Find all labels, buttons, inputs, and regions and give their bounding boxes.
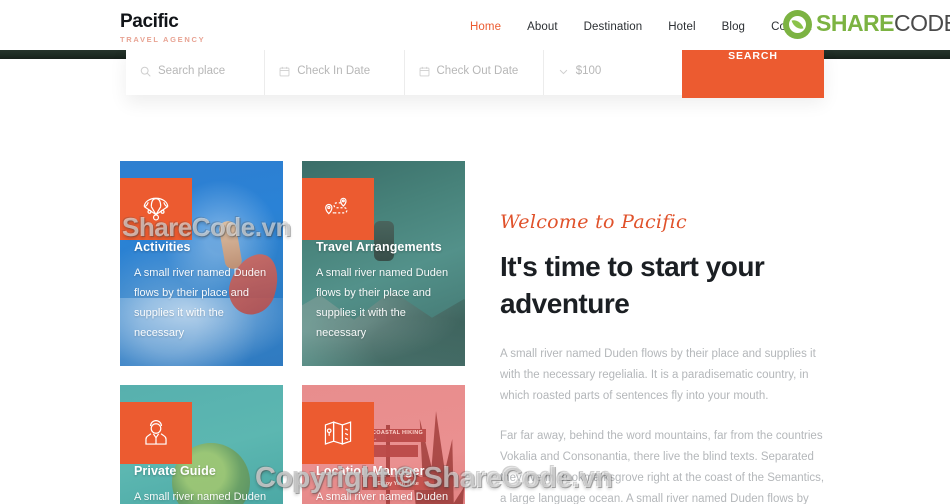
nav-item-hotel[interactable]: Hotel bbox=[668, 21, 695, 33]
checkout-date-field[interactable]: Check Out Date bbox=[405, 47, 544, 95]
card-description: A small river named Duden flows by their… bbox=[134, 491, 267, 503]
intro-paragraph-2: Far far away, behind the word mountains,… bbox=[500, 430, 825, 504]
card-title: Private Guide bbox=[134, 464, 216, 478]
card-title: Location Manager bbox=[316, 464, 425, 478]
service-card-activities[interactable]: Activities A small river named Duden flo… bbox=[120, 161, 283, 366]
service-card-location-manager[interactable]: COASTAL HIKING → Enjoy Your Hike Locatio… bbox=[302, 385, 465, 504]
price-select-field[interactable]: $100 bbox=[544, 47, 682, 95]
sharecode-watermark-logo: SHARECODE.vn bbox=[783, 10, 950, 39]
card-description: A small river named Duden flows by their… bbox=[316, 491, 449, 503]
service-card-travel-arrangements[interactable]: Travel Arrangements A small river named … bbox=[302, 161, 465, 366]
logo-subtitle: TRAVEL AGENCY bbox=[120, 35, 206, 44]
card-title: Activities bbox=[134, 240, 191, 254]
card-description: A small river named Duden flows by their… bbox=[316, 267, 449, 339]
intro-paragraph-1: A small river named Duden flows by their… bbox=[500, 348, 816, 402]
search-button[interactable]: SEARCH bbox=[682, 46, 824, 98]
chevron-down-icon bbox=[558, 66, 569, 77]
main-content: Activities A small river named Duden flo… bbox=[0, 95, 950, 504]
checkout-date-text: Check Out Date bbox=[436, 65, 519, 77]
parachute-icon bbox=[120, 178, 192, 240]
intro-eyebrow: Welcome to Pacific bbox=[500, 211, 687, 233]
folded-map-icon bbox=[302, 402, 374, 464]
route-pin-icon bbox=[302, 178, 374, 240]
search-icon bbox=[140, 66, 151, 77]
service-card-private-guide[interactable]: Private Guide A small river named Duden … bbox=[120, 385, 283, 504]
main-navigation: Home About Destination Hotel Blog Contac… bbox=[470, 21, 811, 33]
sharecode-wordmark: SHARECODE.vn bbox=[816, 12, 950, 37]
nav-item-about[interactable]: About bbox=[527, 21, 558, 33]
nav-item-home[interactable]: Home bbox=[470, 21, 501, 33]
service-card-grid: Activities A small river named Duden flo… bbox=[120, 161, 465, 504]
logo-title: Pacific bbox=[120, 11, 179, 32]
sharecode-recycle-icon bbox=[783, 10, 812, 39]
site-logo[interactable]: Pacific TRAVEL AGENCY bbox=[120, 11, 206, 45]
guide-person-icon bbox=[120, 402, 192, 464]
checkin-date-field[interactable]: Check In Date bbox=[265, 47, 405, 95]
checkin-date-text: Check In Date bbox=[297, 65, 371, 77]
price-value-text: $100 bbox=[575, 65, 602, 77]
search-bar: Search place Check In Date Check Out Dat… bbox=[126, 46, 824, 98]
card-description: A small river named Duden flows by their… bbox=[134, 267, 267, 339]
sharecode-code-text: CODE bbox=[894, 10, 950, 36]
page-title: It's time to start your adventure bbox=[500, 251, 765, 319]
nav-item-destination[interactable]: Destination bbox=[584, 21, 643, 33]
calendar-icon bbox=[279, 66, 290, 77]
sharecode-share-text: SHARE bbox=[816, 10, 895, 36]
calendar-icon bbox=[419, 66, 430, 77]
intro-section: Welcome to Pacific It's time to start yo… bbox=[500, 211, 830, 504]
nav-item-blog[interactable]: Blog bbox=[722, 21, 745, 33]
site-header: Pacific TRAVEL AGENCY Home About Destina… bbox=[0, 0, 950, 50]
signpost-label-1: COASTAL HIKING → bbox=[368, 429, 426, 442]
search-place-field[interactable]: Search place bbox=[126, 47, 266, 95]
card-title: Travel Arrangements bbox=[316, 240, 442, 254]
search-place-text: Search place bbox=[158, 65, 226, 77]
